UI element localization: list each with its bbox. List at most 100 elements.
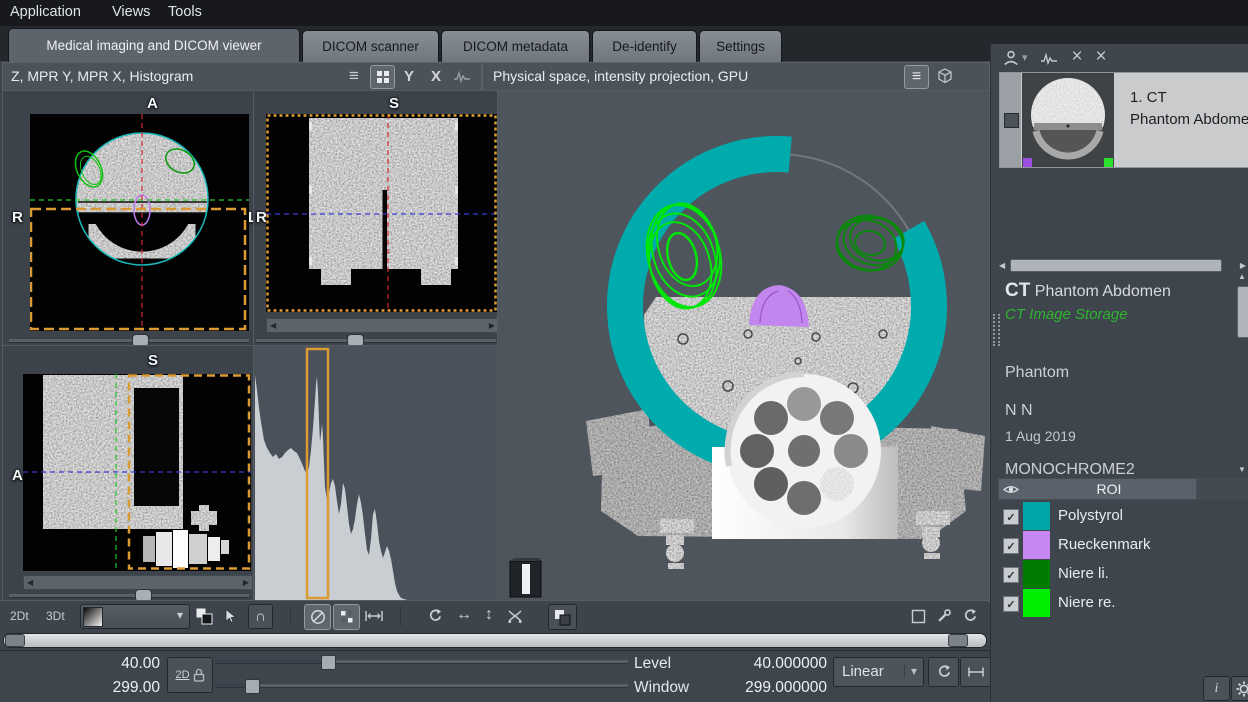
cube-icon (937, 68, 953, 84)
settings-gear-button[interactable] (1231, 676, 1248, 701)
scroll-left-icon[interactable]: ◀ (24, 577, 36, 588)
tab-label: DICOM scanner (322, 39, 419, 54)
close-all-icon[interactable]: × (1091, 44, 1111, 70)
roi-row-niere-re[interactable]: ✓ Niere re. (998, 589, 1248, 617)
mode-3dt-button[interactable]: 3Dt (46, 609, 65, 623)
roi-visibility-checkbox[interactable]: ✓ (1003, 509, 1019, 525)
histogram-toggle-icon[interactable] (451, 67, 473, 85)
info-button[interactable]: i (1203, 676, 1230, 701)
histogram-panel-button[interactable] (1037, 48, 1061, 68)
orientation-cube-widget[interactable] (510, 558, 541, 597)
scroll-up-icon[interactable]: ▲ (1238, 272, 1246, 281)
chevron-down-icon: ▾ (904, 664, 917, 678)
sidebar-v-scrollbar[interactable]: ▲ ▼ (1237, 272, 1248, 474)
close-series-icon[interactable]: × (1067, 44, 1087, 70)
pan-vertical-button[interactable]: ↕ (480, 604, 498, 626)
series-list-item[interactable]: 1. CT Phantom Abdomen (999, 72, 1248, 168)
roi-color-swatch (1023, 560, 1050, 588)
series-checkbox[interactable] (1004, 113, 1019, 128)
range-handle-right[interactable] (948, 634, 968, 647)
sagittal-slice-image[interactable] (23, 374, 251, 571)
checker-icon (341, 611, 353, 623)
tab-de-identify[interactable]: De-identify (592, 30, 697, 62)
coronal-scrollbar[interactable]: ◀ ▶ (266, 318, 499, 333)
patient-group-label: Phantom (1005, 364, 1069, 382)
visibility-column-header[interactable] (1002, 482, 1020, 496)
rotate-tool-button[interactable] (424, 606, 446, 626)
reset-view-button[interactable] (960, 606, 980, 626)
roi-column-header[interactable]: ROI (1029, 481, 1189, 497)
dither-button[interactable] (333, 604, 360, 630)
mpr-x-toggle[interactable]: X (426, 65, 446, 87)
curve-icon (1040, 51, 1058, 65)
series-description: CT Phantom Abdomen (1005, 280, 1171, 302)
tab-viewer[interactable]: Medical imaging and DICOM viewer (8, 28, 300, 62)
menu-tools[interactable]: Tools (168, 4, 202, 20)
range-track[interactable] (3, 633, 987, 648)
patient-menu-button[interactable] (999, 47, 1023, 69)
viewer-toolbar: 2Dt 3Dt ▾ ∩ (0, 600, 988, 631)
tab-settings[interactable]: Settings (699, 30, 782, 62)
time-range-slider[interactable] (0, 630, 988, 650)
roi-visibility-checkbox[interactable]: ✓ (1003, 538, 1019, 554)
window-slider-handle[interactable] (245, 679, 260, 694)
disable-tool-button[interactable] (304, 604, 331, 630)
scroll-thumb[interactable] (1010, 259, 1222, 272)
menu-application[interactable]: Application (10, 4, 81, 20)
list-view-button[interactable]: ≡ (904, 65, 929, 89)
coronal-slice-image[interactable] (266, 114, 497, 312)
window-slider[interactable] (215, 676, 628, 694)
roi-label: Niere li. (1058, 565, 1109, 582)
reset-window-level-button[interactable] (928, 657, 959, 687)
lock-2d-button[interactable]: 2D (167, 657, 213, 693)
bounds-button[interactable] (908, 606, 928, 626)
roi-color-swatch (1023, 531, 1050, 559)
mpr-y-toggle[interactable]: Y (399, 65, 419, 87)
pointer-tool-button[interactable] (221, 606, 239, 626)
mode-2dt-button[interactable]: 2Dt (10, 609, 29, 623)
cursor-icon (225, 609, 236, 623)
scroll-down-icon[interactable]: ▼ (1238, 465, 1246, 474)
level-slider[interactable] (215, 652, 628, 670)
layers-button[interactable] (548, 604, 577, 630)
width-tool-button[interactable] (363, 607, 385, 625)
volume-3d-cell (497, 90, 990, 602)
quad-panel-title: Z, MPR Y, MPR X, Histogram (11, 68, 193, 84)
level-slider-handle[interactable] (321, 655, 336, 670)
tab-label: Settings (716, 39, 765, 54)
scroll-right-icon[interactable]: ▶ (1237, 260, 1248, 271)
scroll-left-icon[interactable]: ◀ (267, 320, 279, 331)
cube-view-button[interactable] (933, 65, 956, 87)
grid-layout-button[interactable] (370, 65, 395, 89)
wrench-button[interactable] (934, 606, 954, 626)
sagittal-scrollbar[interactable]: ◀ ▶ (23, 575, 253, 590)
roi-row-polystyrol[interactable]: ✓ Polystyrol (998, 502, 1248, 530)
roi-visibility-checkbox[interactable]: ✓ (1003, 567, 1019, 583)
lut-dropdown[interactable]: Linear ▾ (833, 657, 924, 687)
sidebar-h-scrollbar[interactable]: ◀ ▶ (996, 258, 1248, 271)
scroll-thumb[interactable] (1237, 286, 1248, 338)
swap-colors-button[interactable] (194, 606, 214, 626)
cap-tool-button[interactable]: ∩ (248, 604, 273, 629)
gradient-preset-dropdown[interactable]: ▾ (80, 604, 190, 629)
roi-row-rueckenmark[interactable]: ✓ Rueckenmark (998, 531, 1248, 559)
tab-dicom-metadata[interactable]: DICOM metadata (441, 30, 590, 62)
range-handle-left[interactable] (5, 634, 25, 647)
axial-slice-image[interactable] (30, 114, 249, 331)
layers-icon (554, 609, 571, 626)
roi-visibility-checkbox[interactable]: ✓ (1003, 596, 1019, 612)
series-thumbnail[interactable] (1022, 73, 1114, 167)
roi-row-niere-li[interactable]: ✓ Niere li. (998, 560, 1248, 588)
drag-handle[interactable] (993, 314, 1000, 346)
list-layout-icon[interactable]: ≡ (343, 65, 365, 87)
menu-views[interactable]: Views (112, 4, 150, 20)
scroll-left-icon[interactable]: ◀ (996, 260, 1008, 271)
pan-horizontal-button[interactable]: ↔ (453, 604, 475, 626)
chevron-down-icon[interactable]: ▾ (1022, 51, 1028, 64)
volume-3d-rendering[interactable] (498, 91, 989, 601)
fit-range-button[interactable] (960, 657, 991, 687)
histogram-plot[interactable] (255, 347, 497, 600)
tab-dicom-scanner[interactable]: DICOM scanner (302, 30, 439, 62)
cut-tool-button[interactable] (504, 606, 526, 626)
scroll-right-icon[interactable]: ▶ (240, 577, 252, 588)
